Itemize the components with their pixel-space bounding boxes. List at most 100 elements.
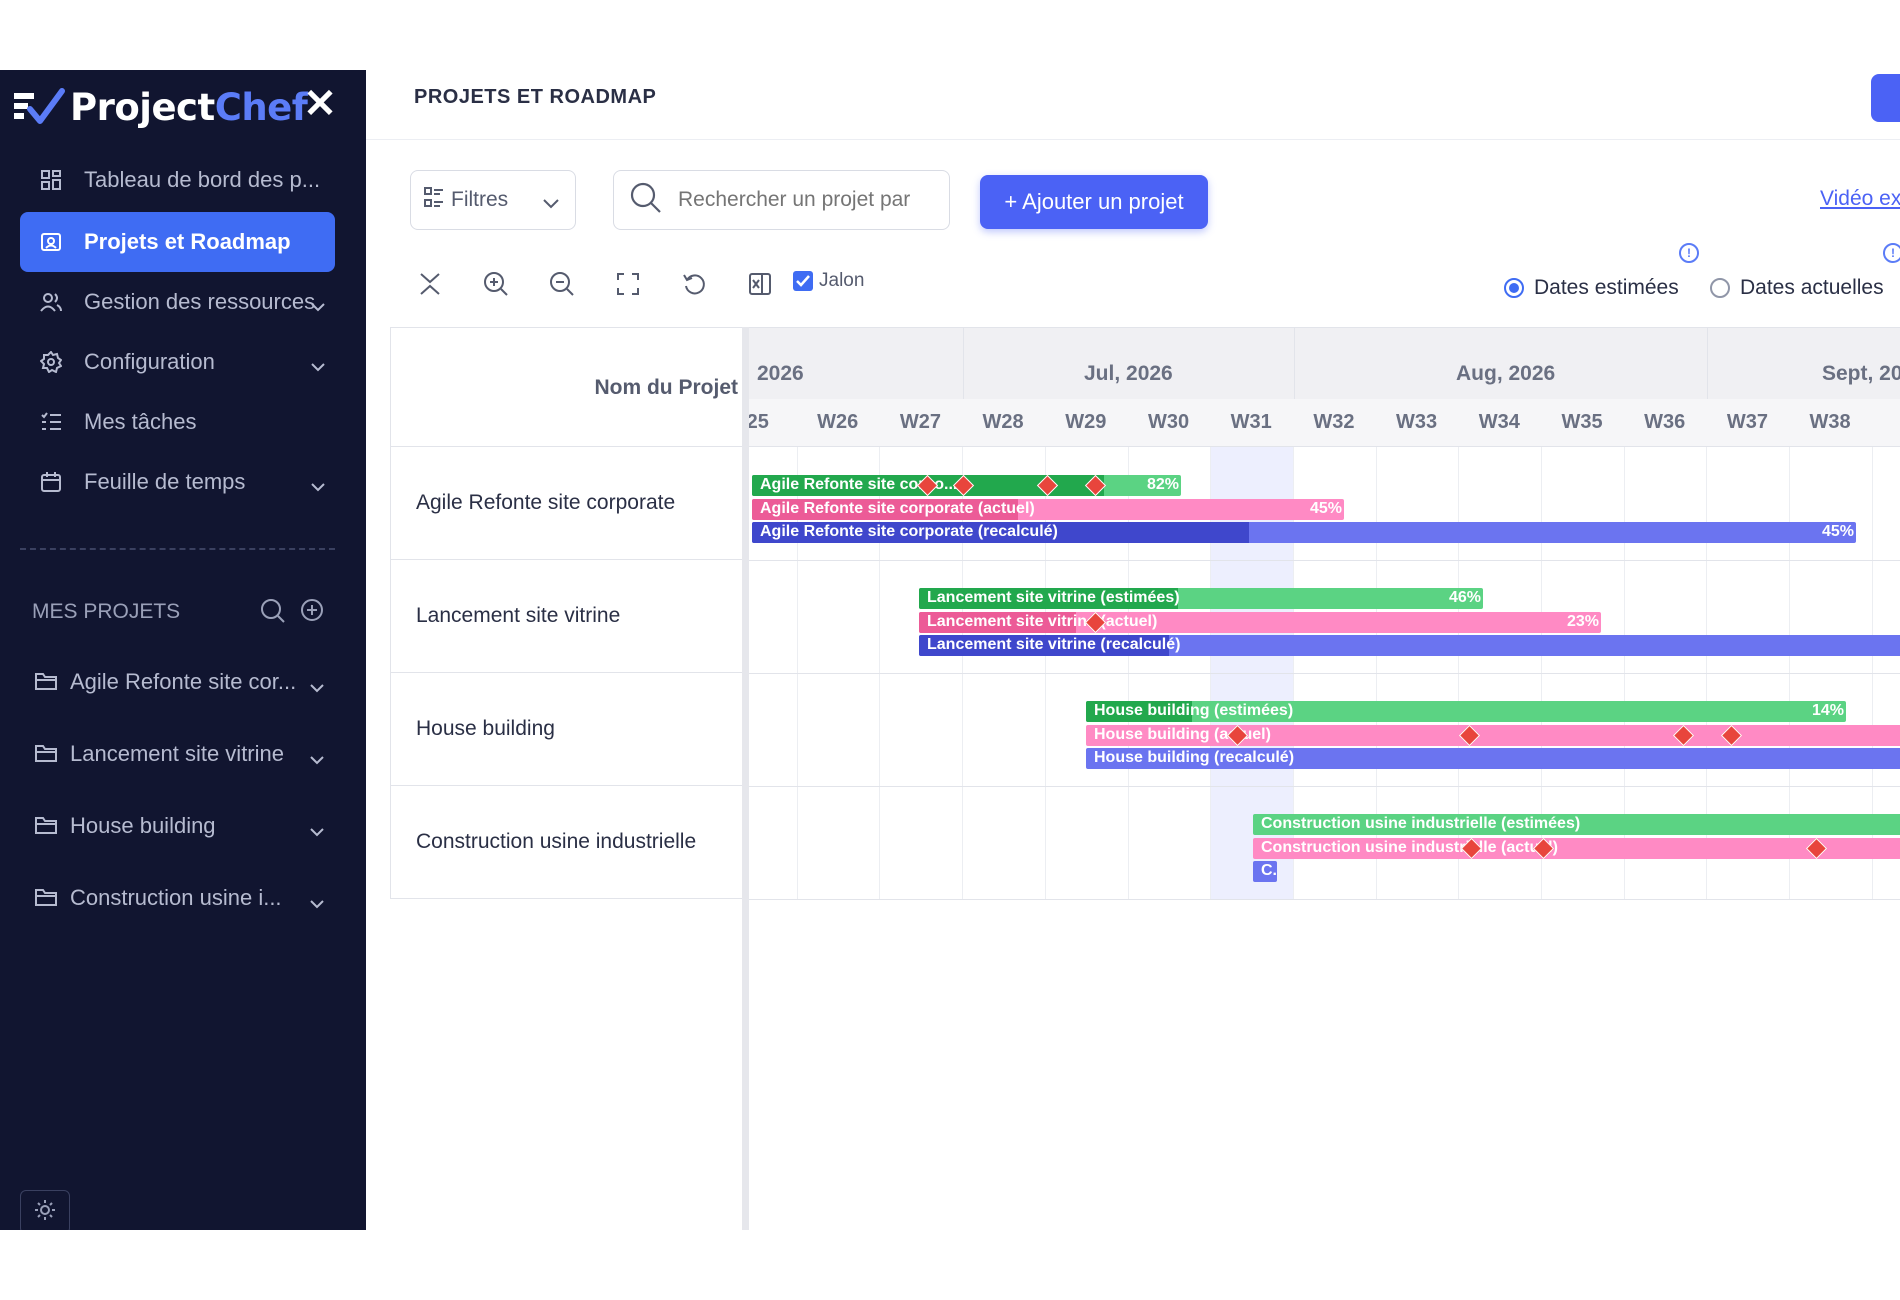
theme-toggle-button[interactable] bbox=[20, 1190, 70, 1230]
nav-item-roadmap[interactable]: Projets et Roadmap bbox=[20, 212, 335, 272]
app-window: ProjectChef ✕ Tableau de bord des p... P… bbox=[0, 70, 1900, 1230]
zoom-in-icon[interactable] bbox=[478, 266, 514, 302]
week-label: W31 bbox=[1230, 411, 1272, 433]
bar-label: Agile Refonte site corporate (recalculé) bbox=[760, 523, 1058, 540]
week-label: W26 bbox=[817, 411, 859, 433]
gantt-bar-actual[interactable]: Lancement site vitrine (actuel) 23% bbox=[919, 612, 1601, 633]
search-input[interactable] bbox=[678, 188, 938, 212]
gantt-row-name[interactable]: Lancement site vitrine bbox=[390, 560, 744, 673]
sidebar-project-label: Lancement site vitrine bbox=[70, 741, 284, 766]
week-label: W37 bbox=[1726, 411, 1768, 433]
bar-percent: 14% bbox=[1811, 702, 1844, 719]
gantt-splitter[interactable] bbox=[742, 327, 749, 1230]
nav-item-timesheet[interactable]: Feuille de temps bbox=[20, 452, 335, 512]
row-gridline bbox=[749, 786, 1900, 787]
logo-mark-icon bbox=[14, 87, 66, 127]
nav-item-tasks[interactable]: Mes tâches bbox=[20, 392, 335, 452]
bar-label: Construction usine industrielle (actuel) bbox=[1261, 839, 1558, 856]
week-label: W38 bbox=[1809, 411, 1851, 433]
month-label: Aug, 2026 bbox=[1456, 362, 1556, 385]
radio-selected-icon[interactable] bbox=[1504, 278, 1524, 298]
excel-export-icon[interactable] bbox=[742, 266, 778, 302]
bar-percent: 46% bbox=[1448, 589, 1481, 606]
top-bar: PROJETS ET ROADMAP bbox=[366, 70, 1900, 140]
chevron-down-icon[interactable] bbox=[311, 292, 325, 318]
radio-unselected-icon[interactable] bbox=[1710, 278, 1730, 298]
month-separator bbox=[1294, 327, 1295, 399]
gantt-bar-estimated[interactable]: Lancement site vitrine (estimées) 46% bbox=[919, 588, 1483, 609]
bar-percent: 45% bbox=[1309, 500, 1342, 517]
bar-percent: 82% bbox=[1146, 476, 1179, 493]
gear-icon bbox=[38, 349, 64, 375]
sidebar-project-item[interactable]: Construction usine i... bbox=[34, 873, 334, 923]
close-sidebar-icon[interactable]: ✕ bbox=[300, 84, 340, 124]
bar-percent: 23% bbox=[1566, 613, 1599, 630]
fullscreen-icon[interactable] bbox=[610, 266, 646, 302]
week-label: W36 bbox=[1644, 411, 1686, 433]
gantt-bar-recalculated[interactable]: Agile Refonte site corporate (recalculé)… bbox=[752, 522, 1856, 543]
calendar-icon bbox=[38, 469, 64, 495]
zoom-out-icon[interactable] bbox=[544, 266, 580, 302]
week-label: W28 bbox=[982, 411, 1024, 433]
page-title: PROJETS ET ROADMAP bbox=[414, 86, 657, 108]
users-icon bbox=[38, 289, 64, 315]
chevron-down-icon[interactable] bbox=[311, 472, 325, 498]
nav-label: Mes tâches bbox=[84, 409, 197, 434]
chevron-down-icon[interactable] bbox=[310, 673, 324, 699]
sidebar-project-item[interactable]: Agile Refonte site cor... bbox=[34, 657, 334, 707]
week-label: W32 bbox=[1313, 411, 1355, 433]
search-icon[interactable] bbox=[260, 598, 286, 629]
checkbox-checked-icon[interactable] bbox=[793, 271, 813, 291]
chevron-down-icon[interactable] bbox=[310, 889, 324, 915]
nav-item-dashboard[interactable]: Tableau de bord des p... bbox=[20, 150, 335, 210]
nav-label: Gestion des ressources bbox=[84, 289, 316, 314]
gantt-bar-actual[interactable]: Construction usine industrielle (actuel) bbox=[1253, 838, 1900, 859]
gantt-month-header: 2026 Jul, 2026 Aug, 2026 Sept, 20 bbox=[749, 327, 1900, 399]
nav-item-configuration[interactable]: Configuration bbox=[20, 332, 335, 392]
month-separator bbox=[1707, 327, 1708, 399]
milestone-checkbox[interactable]: Jalon bbox=[793, 270, 864, 292]
gantt-bar-estimated[interactable]: Construction usine industrielle (estimée… bbox=[1253, 814, 1900, 835]
sidebar-project-item[interactable]: Lancement site vitrine bbox=[34, 729, 334, 779]
gantt-bar-actual[interactable]: House building (actuel) bbox=[1086, 725, 1900, 746]
gantt-bar-recalculated[interactable]: House building (recalculé) bbox=[1086, 748, 1900, 769]
radio-estimated-dates[interactable]: Dates estimées bbox=[1504, 276, 1679, 300]
gantt-row-name[interactable]: House building bbox=[390, 673, 744, 786]
week-label: W29 bbox=[1065, 411, 1107, 433]
chevron-down-icon[interactable] bbox=[311, 352, 325, 378]
radio-actual-dates[interactable]: Dates actuelles bbox=[1710, 276, 1884, 300]
gantt-bar-recalculated[interactable]: C. bbox=[1253, 861, 1277, 882]
bar-label: Lancement site vitrine (estimées) bbox=[927, 589, 1180, 606]
info-icon[interactable]: ! bbox=[1679, 243, 1699, 263]
add-project-button[interactable]: + Ajouter un projet bbox=[980, 175, 1208, 229]
logo[interactable]: ProjectChef bbox=[14, 82, 308, 132]
week-label: W33 bbox=[1396, 411, 1438, 433]
gantt-bar-estimated[interactable]: House building (estimées) 14% bbox=[1086, 701, 1846, 722]
bar-label: C. bbox=[1261, 862, 1277, 879]
bar-label: Lancement site vitrine (recalculé) bbox=[927, 636, 1181, 653]
sidebar-project-item[interactable]: House building bbox=[34, 801, 334, 851]
chevron-down-icon[interactable] bbox=[310, 817, 324, 843]
week-label: W34 bbox=[1478, 411, 1520, 433]
chevron-down-icon[interactable] bbox=[310, 745, 324, 771]
chevron-down-icon bbox=[543, 191, 559, 215]
folder-icon bbox=[34, 670, 58, 694]
video-link[interactable]: Vidéo ex bbox=[1820, 187, 1900, 211]
nav-label: Tableau de bord des p... bbox=[84, 167, 321, 192]
add-project-icon[interactable] bbox=[300, 598, 324, 629]
gantt-bar-actual[interactable]: Agile Refonte site corporate (actuel) 45% bbox=[752, 499, 1344, 520]
nav-item-resources[interactable]: Gestion des ressources bbox=[20, 272, 335, 332]
nav-label: Configuration bbox=[84, 349, 215, 374]
search-box[interactable] bbox=[613, 170, 950, 230]
gantt-bar-recalculated[interactable]: Lancement site vitrine (recalculé) bbox=[919, 635, 1900, 656]
collapse-icon[interactable] bbox=[412, 266, 448, 302]
sidebar: ProjectChef ✕ Tableau de bord des p... P… bbox=[0, 70, 366, 1230]
reset-icon[interactable] bbox=[676, 266, 712, 302]
top-action-button[interactable] bbox=[1871, 74, 1900, 122]
filters-dropdown[interactable]: Filtres bbox=[410, 170, 576, 230]
info-icon[interactable]: ! bbox=[1883, 243, 1900, 263]
bar-label: Lancement site vitrine (actuel) bbox=[927, 613, 1158, 630]
filter-list-icon bbox=[423, 186, 445, 214]
gantt-row-name[interactable]: Agile Refonte site corporate bbox=[390, 447, 744, 560]
gantt-row-name[interactable]: Construction usine industrielle bbox=[390, 786, 744, 899]
